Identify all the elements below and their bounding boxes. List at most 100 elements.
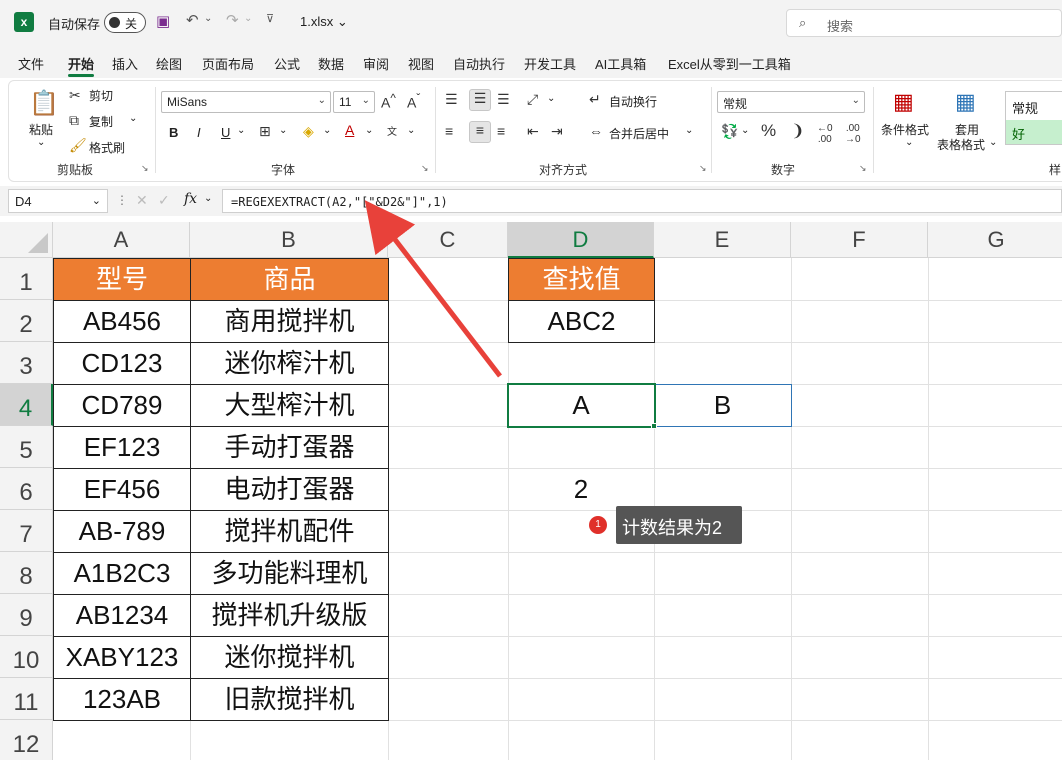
alignment-launcher-icon[interactable]: ↘ bbox=[699, 163, 707, 174]
select-all-button[interactable] bbox=[0, 222, 53, 258]
cell-b4[interactable]: 大型榨汁机 bbox=[190, 384, 389, 427]
wrap-text-icon[interactable]: ↵ bbox=[589, 91, 601, 108]
cell-e4[interactable]: B bbox=[654, 384, 791, 426]
style-good[interactable]: 好 bbox=[1006, 120, 1062, 144]
row-header-1[interactable]: 1 bbox=[0, 258, 53, 300]
merge-center-button[interactable]: 合并后居中 bbox=[609, 125, 669, 142]
conditional-format-icon[interactable]: ▦ bbox=[893, 89, 914, 115]
column-header-b[interactable]: B bbox=[190, 222, 388, 258]
name-box[interactable]: D4 ⌄ bbox=[8, 189, 108, 213]
row-header-7[interactable]: 7 bbox=[0, 510, 53, 552]
cell-a5[interactable]: EF123 bbox=[53, 426, 191, 469]
row-header-4[interactable]: 4 bbox=[0, 384, 53, 426]
fill-dropdown-icon[interactable]: ⌄ bbox=[323, 125, 331, 136]
merge-dropdown-icon[interactable]: ⌄ bbox=[685, 125, 693, 136]
tab-ai-toolbox[interactable]: AI工具箱 bbox=[595, 54, 646, 73]
tab-excel-toolbox[interactable]: Excel从零到一工具箱 bbox=[668, 54, 791, 73]
tab-view[interactable]: 视图 bbox=[408, 54, 434, 73]
increase-decimal-icon[interactable]: ←0.00 bbox=[817, 123, 833, 145]
column-header-e[interactable]: E bbox=[654, 222, 791, 258]
borders-dropdown-icon[interactable]: ⌄ bbox=[279, 125, 287, 136]
tab-formulas[interactable]: 公式 bbox=[274, 54, 300, 73]
phonetic-dropdown-icon[interactable]: ⌄ bbox=[407, 125, 415, 136]
undo-dropdown-icon[interactable]: ⌄ bbox=[204, 13, 212, 24]
tab-developer[interactable]: 开发工具 bbox=[524, 54, 576, 73]
percent-button[interactable]: % bbox=[761, 121, 776, 141]
align-left-icon[interactable]: ≡ bbox=[445, 123, 453, 139]
cut-icon[interactable]: ✂ bbox=[69, 87, 81, 104]
clipboard-launcher-icon[interactable]: ↘ bbox=[141, 163, 149, 174]
accounting-format-icon[interactable]: 💱 bbox=[721, 123, 738, 140]
cell-d1[interactable]: 查找值 bbox=[508, 258, 655, 301]
tab-data[interactable]: 数据 bbox=[318, 54, 344, 73]
underline-dropdown-icon[interactable]: ⌄ bbox=[237, 125, 245, 136]
row-header-9[interactable]: 9 bbox=[0, 594, 53, 636]
search-box[interactable]: ⌕ 搜索 bbox=[786, 9, 1062, 37]
tab-file[interactable]: 文件 bbox=[18, 54, 44, 73]
tab-review[interactable]: 审阅 bbox=[363, 54, 389, 73]
cell-a4[interactable]: CD789 bbox=[53, 384, 191, 427]
format-painter-icon[interactable]: 🖌 bbox=[69, 137, 87, 154]
orientation-dropdown-icon[interactable]: ⌄ bbox=[547, 93, 555, 104]
underline-button[interactable]: U bbox=[221, 125, 230, 140]
column-header-g[interactable]: G bbox=[928, 222, 1062, 258]
tab-page-layout[interactable]: 页面布局 bbox=[202, 54, 254, 73]
cell-b11[interactable]: 旧款搅拌机 bbox=[190, 678, 389, 721]
font-color-icon[interactable]: A bbox=[345, 122, 354, 138]
decrease-indent-icon[interactable]: ⇤ bbox=[527, 123, 539, 140]
row-header-8[interactable]: 8 bbox=[0, 552, 53, 594]
row-header-5[interactable]: 5 bbox=[0, 426, 53, 468]
accounting-dropdown-icon[interactable]: ⌄ bbox=[741, 125, 749, 136]
column-header-c[interactable]: C bbox=[388, 222, 508, 258]
cell-b2[interactable]: 商用搅拌机 bbox=[190, 300, 389, 343]
redo-icon[interactable]: ↷ bbox=[226, 11, 239, 29]
decrease-decimal-icon[interactable]: .00 →0 bbox=[845, 123, 861, 145]
undo-icon[interactable]: ↶ bbox=[186, 11, 199, 29]
cell-b3[interactable]: 迷你榨汁机 bbox=[190, 342, 389, 385]
more-options-icon[interactable]: ⋮ bbox=[116, 193, 128, 207]
cell-b1[interactable]: 商品 bbox=[190, 258, 389, 301]
fx-dropdown-icon[interactable]: ⌄ bbox=[204, 193, 212, 204]
align-bottom-icon[interactable]: ☰ bbox=[497, 91, 510, 108]
font-launcher-icon[interactable]: ↘ bbox=[421, 163, 429, 174]
merge-center-icon[interactable]: ⇔ bbox=[589, 123, 603, 139]
row-header-2[interactable]: 2 bbox=[0, 300, 53, 342]
cell-a11[interactable]: 123AB bbox=[53, 678, 191, 721]
autosave-toggle[interactable]: 关 bbox=[104, 12, 146, 33]
cell-b10[interactable]: 迷你搅拌机 bbox=[190, 636, 389, 679]
cell-b6[interactable]: 电动打蛋器 bbox=[190, 468, 389, 511]
copy-icon[interactable]: ⧉ bbox=[69, 112, 79, 129]
insert-function-button[interactable]: fx bbox=[184, 191, 197, 207]
worksheet-grid[interactable]: A B C D E F G 1 2 3 4 5 6 7 8 9 10 11 12… bbox=[0, 222, 1062, 760]
cell-a3[interactable]: CD123 bbox=[53, 342, 191, 385]
cell-b8[interactable]: 多功能料理机 bbox=[190, 552, 389, 595]
conditional-format-dropdown-icon[interactable]: ⌄ bbox=[905, 137, 913, 148]
cell-a2[interactable]: AB456 bbox=[53, 300, 191, 343]
cell-a7[interactable]: AB-789 bbox=[53, 510, 191, 553]
row-header-12[interactable]: 12 bbox=[0, 720, 53, 760]
comma-style-button[interactable]: ❩ bbox=[791, 121, 804, 141]
italic-button[interactable]: I bbox=[197, 125, 201, 140]
cell-styles-gallery[interactable]: 常规 好 bbox=[1005, 91, 1062, 145]
column-header-f[interactable]: F bbox=[791, 222, 928, 258]
align-center-icon[interactable]: ≡ bbox=[469, 121, 491, 143]
cell-b9[interactable]: 搅拌机升级版 bbox=[190, 594, 389, 637]
paste-button[interactable]: 粘贴 bbox=[29, 121, 53, 138]
align-right-icon[interactable]: ≡ bbox=[497, 123, 505, 139]
row-header-10[interactable]: 10 bbox=[0, 636, 53, 678]
cell-d6[interactable]: 2 bbox=[508, 468, 654, 510]
font-size-dropdown[interactable]: 11 ⌄ bbox=[333, 91, 375, 113]
format-as-table-icon[interactable]: ▦ bbox=[955, 89, 976, 115]
font-color-dropdown-icon[interactable]: ⌄ bbox=[365, 125, 373, 136]
tab-home[interactable]: 开始 bbox=[68, 54, 94, 73]
cell-d4[interactable]: A bbox=[508, 384, 654, 426]
paste-icon[interactable]: 📋 bbox=[29, 89, 59, 118]
copy-button[interactable]: 复制 bbox=[89, 113, 113, 130]
font-name-dropdown[interactable]: MiSans ⌄ bbox=[161, 91, 331, 113]
conditional-format-button[interactable]: 条件格式 bbox=[881, 121, 929, 138]
file-name[interactable]: 1.xlsx ⌄ bbox=[300, 14, 348, 30]
column-header-a[interactable]: A bbox=[53, 222, 190, 258]
copy-dropdown-icon[interactable]: ⌄ bbox=[129, 113, 137, 124]
redo-dropdown-icon[interactable]: ⌄ bbox=[244, 13, 252, 24]
cell-a1[interactable]: 型号 bbox=[53, 258, 191, 301]
